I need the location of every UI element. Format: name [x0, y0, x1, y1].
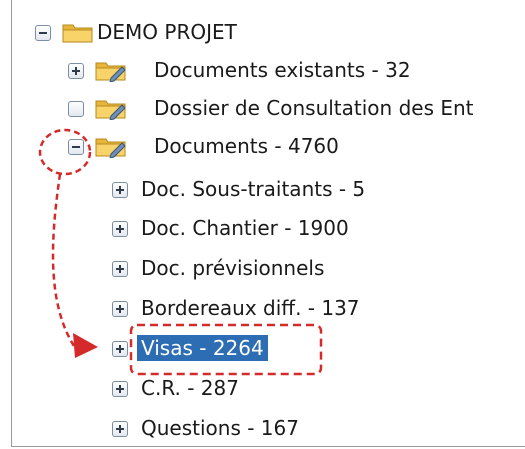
expand-toggle-icon[interactable]	[112, 381, 128, 397]
tree-node-label: Documents existants - 32	[154, 58, 411, 82]
tree-panel: DEMO PROJET Documents existants - 32 Dos…	[11, 0, 525, 447]
collapse-toggle-icon[interactable]	[68, 139, 84, 155]
expand-toggle-icon[interactable]	[112, 421, 128, 437]
tree-node-label: Bordereaux diff. - 137	[141, 296, 360, 320]
expand-toggle-icon[interactable]	[112, 261, 128, 277]
expand-toggle-icon[interactable]	[68, 63, 84, 79]
empty-toggle-icon	[68, 101, 84, 117]
tree-node-label: Doc. Sous-traitants - 5	[141, 177, 366, 201]
folder-edit-icon	[95, 100, 126, 120]
folder-edit-icon	[95, 62, 126, 82]
folder-edit-icon	[95, 138, 126, 158]
expand-toggle-icon[interactable]	[112, 182, 128, 198]
expand-toggle-icon[interactable]	[112, 341, 128, 357]
expand-toggle-icon[interactable]	[112, 301, 128, 317]
folder-icon	[62, 24, 93, 43]
collapse-toggle-icon[interactable]	[35, 25, 51, 41]
tree-node-label: C.R. - 287	[141, 376, 239, 400]
tree-node-label: DEMO PROJET	[97, 20, 237, 44]
tree-node-label: Doc. prévisionnels	[141, 256, 325, 280]
tree-node-label: Questions - 167	[141, 416, 299, 440]
tree-node-label: Doc. Chantier - 1900	[141, 216, 349, 240]
tree-node-label-selected: Visas - 2264	[137, 335, 268, 361]
tree-node-label: Documents - 4760	[154, 134, 339, 158]
tree-node-label: Dossier de Consultation des Ent	[154, 96, 474, 120]
expand-toggle-icon[interactable]	[112, 221, 128, 237]
